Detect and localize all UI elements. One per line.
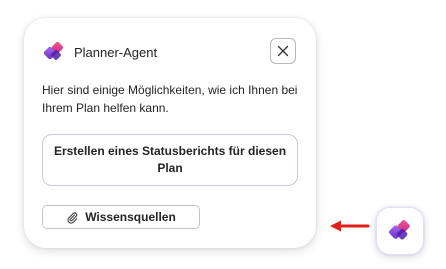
sources-button-label: Wissensquellen — [85, 210, 176, 224]
knowledge-sources-button[interactable]: Wissensquellen — [42, 205, 200, 229]
intro-text: Hier sind einige Möglichkeiten, wie ich … — [42, 83, 298, 115]
planner-agent-panel: Planner-Agent Hier sind einige Möglichke… — [24, 18, 316, 248]
panel-title: Planner-Agent — [74, 44, 158, 60]
stage: Planner-Agent Hier sind einige Möglichke… — [0, 0, 446, 269]
paperclip-icon — [67, 211, 78, 224]
close-icon — [277, 45, 289, 57]
planner-agent-logo-icon — [43, 41, 64, 60]
suggestion-button-label: Erstellen eines Statusberichts für diese… — [53, 144, 287, 175]
panel-header: Planner-Agent — [42, 40, 157, 64]
close-button[interactable] — [270, 38, 296, 64]
arrow-left-icon — [330, 220, 370, 232]
status-report-suggestion-button[interactable]: Erstellen eines Statusberichts für diese… — [42, 134, 298, 186]
planner-agent-launcher-button[interactable] — [376, 207, 424, 255]
planner-agent-logo-icon — [388, 220, 410, 240]
